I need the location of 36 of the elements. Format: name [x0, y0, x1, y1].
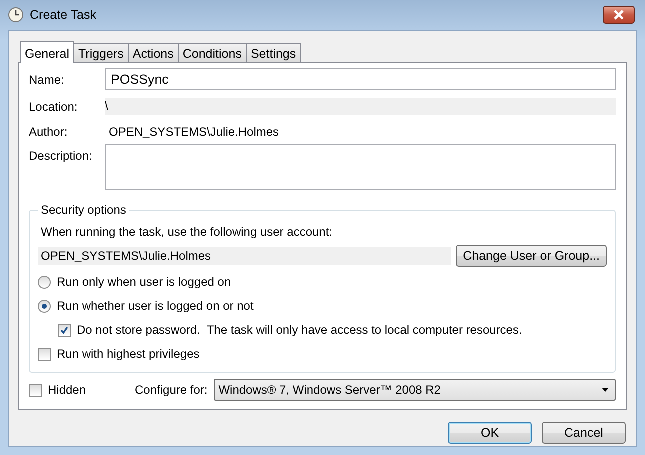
- close-icon: [613, 10, 625, 20]
- window-title: Create Task: [30, 8, 96, 22]
- option-label: Run only when user is logged on: [57, 275, 232, 289]
- tab[interactable]: Actions: [128, 43, 179, 62]
- field-label: Description:: [29, 148, 94, 163]
- hidden-label: Hidden: [48, 383, 86, 397]
- dialog-button[interactable]: OK: [448, 422, 532, 444]
- tab[interactable]: Settings: [246, 43, 302, 62]
- description-field[interactable]: [105, 144, 616, 190]
- radio-button[interactable]: [38, 276, 51, 288]
- group-title: Security options: [40, 203, 128, 217]
- change-user-button[interactable]: Change User or Group...: [456, 245, 607, 267]
- configure-label: Configure for:: [135, 383, 208, 397]
- field-label: Location:: [29, 99, 79, 114]
- field-label: Name:: [29, 72, 66, 87]
- user-account-value: OPEN_SYSTEMS\Julie.Holmes: [38, 247, 452, 265]
- checkbox[interactable]: [29, 384, 42, 396]
- author-value: OPEN_SYSTEMS\Julie.Holmes: [108, 124, 280, 139]
- dropdown-arrow-icon: [602, 388, 609, 392]
- clock-icon: [8, 7, 24, 23]
- field-label: Author:: [29, 124, 69, 139]
- account-prompt: When running the task, use the following user account:: [41, 225, 334, 239]
- configure-dropdown[interactable]: Windows® 7, Windows Server™ 2008 R2: [214, 379, 616, 401]
- option-label: Run with highest privileges: [57, 347, 200, 361]
- checkbox[interactable]: [58, 324, 71, 336]
- radio-button[interactable]: [38, 300, 51, 312]
- option-label: Run whether user is logged on or not: [57, 299, 254, 313]
- tab[interactable]: Conditions: [178, 43, 247, 62]
- tab[interactable]: Triggers: [73, 43, 129, 62]
- checkbox[interactable]: [38, 348, 51, 360]
- close-button[interactable]: [603, 6, 635, 24]
- dialog-button[interactable]: Cancel: [542, 422, 626, 444]
- location-value: \: [105, 98, 616, 115]
- name-field[interactable]: POSSync: [105, 68, 616, 90]
- option-label: Do not store password. The task will only have access to local computer resources.: [77, 323, 522, 337]
- tab[interactable]: General: [20, 41, 74, 63]
